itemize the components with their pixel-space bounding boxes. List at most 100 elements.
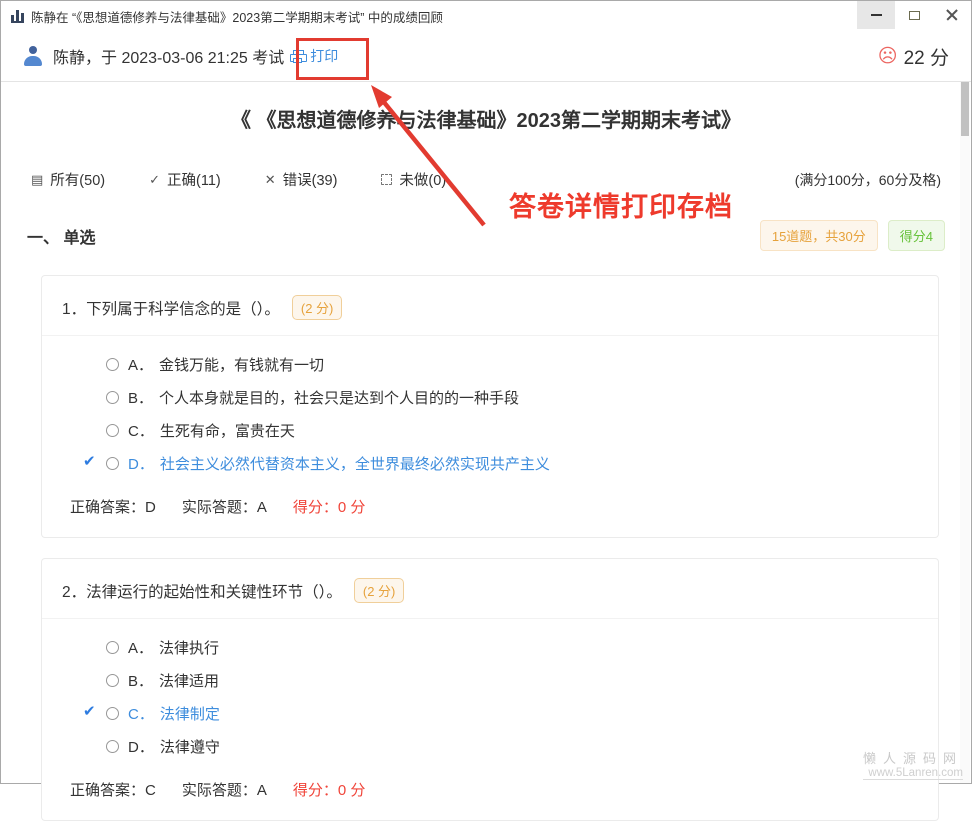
section-badges: 15道题，共30分 得分4: [759, 220, 945, 251]
close-icon: [946, 9, 958, 21]
option-text: 法律遵守: [159, 739, 220, 756]
option-letter: D．: [128, 739, 154, 756]
watermark: 懒人源码网 www.5Lanren.com: [862, 748, 963, 780]
question-1-options: A． 金钱万能，有钱就有一切 B． 个人本身就是目的，社会只是达到个人目的的一种…: [42, 336, 938, 488]
score-value: 22 分: [903, 47, 949, 69]
radio-icon[interactable]: [106, 674, 119, 687]
question-1-title: 1．下列属于科学信念的是（）。: [62, 300, 280, 318]
filter-undone[interactable]: 未做(0): [381, 169, 446, 190]
correct-answer: 正确答案：C: [70, 782, 156, 799]
option-text: 社会主义必然代替资本主义，全世界最终必然实现共产主义: [159, 456, 550, 473]
question-score: 得分：0 分: [292, 782, 366, 799]
watermark-url: www.5Lanren.com: [862, 767, 963, 780]
filter-correct-label: 正确(11): [167, 173, 221, 189]
maximize-icon: [908, 10, 920, 20]
option-letter: D．: [128, 456, 154, 473]
filter-correct[interactable]: ✓ 正确(11): [149, 169, 221, 190]
print-label: 打印: [310, 48, 339, 64]
cross-icon: ✕: [264, 172, 276, 187]
window-controls: [857, 1, 971, 31]
minimize-button[interactable]: [857, 1, 895, 29]
score-rule: (满分100分，60分及格): [794, 171, 941, 188]
print-button[interactable]: 打印: [290, 46, 338, 66]
question-card-2: 2．法律运行的起始性和关键性环节（）。 (2 分) A． 法律执行 B． 法律适…: [41, 558, 939, 821]
option-letter: C．: [128, 706, 154, 723]
radio-icon[interactable]: [106, 641, 119, 654]
question-2-header: 2．法律运行的起始性和关键性环节（）。 (2 分): [42, 559, 938, 619]
exam-review-content: 《 《思想道德修养与法律基础》2023第二学期期末考试》 ▤ 所有(50) ✓ …: [1, 104, 971, 821]
header-divider: [1, 81, 971, 82]
question-2-answer-row: 正确答案：C 实际答题：A 得分：0 分: [42, 771, 938, 820]
question-2-options: A． 法律执行 B． 法律适用 ✔ C． 法律制定 D． 法律遵守: [42, 619, 938, 771]
close-button[interactable]: [933, 1, 971, 29]
user-avatar-icon: [23, 46, 43, 66]
actual-answer: 实际答题：A: [181, 782, 267, 799]
option-c-correct[interactable]: ✔ C． 法律制定: [83, 703, 914, 724]
bar-chart-icon: [11, 9, 24, 23]
filter-wrong[interactable]: ✕ 错误(39): [265, 169, 338, 190]
option-c[interactable]: C． 生死有命，富贵在天: [106, 420, 914, 441]
correct-check-icon: ✔: [83, 453, 96, 470]
filter-all[interactable]: ▤ 所有(50): [31, 169, 105, 190]
section-count-badge: 15道题，共30分: [759, 220, 878, 251]
scrollbar-thumb[interactable]: [961, 82, 969, 136]
correct-answer: 正确答案：D: [70, 499, 156, 516]
question-card-1: 1．下列属于科学信念的是（）。 (2 分) A． 金钱万能，有钱就有一切 B． …: [41, 275, 939, 538]
scrollbar-track[interactable]: [960, 82, 970, 783]
option-letter: B．: [128, 673, 154, 690]
annotation-note: 答卷详情打印存档: [509, 192, 733, 222]
option-b[interactable]: B． 法律适用: [106, 670, 914, 691]
maximize-button[interactable]: [895, 1, 933, 29]
option-letter: C．: [128, 423, 154, 440]
option-text: 生死有命，富贵在天: [159, 423, 295, 440]
radio-icon[interactable]: [106, 707, 119, 720]
grid-icon: ▤: [31, 172, 44, 187]
review-header: 陈静，于 2023-03-06 21:25 考试 打印 ☹ 22 分: [1, 31, 971, 81]
correct-check-icon: ✔: [83, 703, 96, 720]
option-text: 个人本身就是目的，社会只是达到个人目的的一种手段: [159, 390, 520, 407]
option-d-correct[interactable]: ✔ D． 社会主义必然代替资本主义，全世界最终必然实现共产主义: [83, 453, 914, 474]
question-1-answer-row: 正确答案：D 实际答题：A 得分：0 分: [42, 488, 938, 537]
window-title: 陈静在 “《思想道德修养与法律基础》2023第二学期期末考试” 中的成绩回顾: [31, 10, 443, 25]
option-letter: A．: [128, 640, 154, 657]
option-d[interactable]: D． 法律遵守: [106, 736, 914, 757]
question-2-title: 2．法律运行的起始性和关键性环节（）。: [62, 583, 342, 601]
grade-review-window: { "titlebar": { "title": "陈静在 “《思想道德修养与法…: [0, 0, 972, 821]
radio-icon[interactable]: [106, 457, 119, 470]
section-score-badge: 得分4: [887, 220, 945, 251]
question-score: 得分：0 分: [292, 499, 366, 516]
filter-row: ▤ 所有(50) ✓ 正确(11) ✕ 错误(39) 未做(0) (满分100分…: [1, 169, 971, 190]
check-icon: ✓: [149, 172, 160, 187]
exam-title: 《 《思想道德修养与法律基础》2023第二学期期末考试》: [230, 110, 742, 132]
actual-answer: 实际答题：A: [181, 499, 267, 516]
user-exam-info: 陈静，于 2023-03-06 21:25 考试: [53, 50, 285, 67]
radio-icon[interactable]: [106, 424, 119, 437]
option-text: 法律制定: [159, 706, 220, 723]
minimize-icon: [870, 14, 882, 16]
question-1-header: 1．下列属于科学信念的是（）。 (2 分): [42, 276, 938, 336]
dashed-square-icon: [381, 174, 393, 185]
option-text: 金钱万能，有钱就有一切: [159, 357, 325, 374]
option-a[interactable]: A． 金钱万能，有钱就有一切: [106, 354, 914, 375]
radio-icon[interactable]: [106, 358, 119, 371]
option-letter: B．: [128, 390, 154, 407]
filter-all-label: 所有(50): [50, 173, 106, 189]
filter-undone-label: 未做(0): [399, 173, 447, 189]
radio-icon[interactable]: [106, 391, 119, 404]
total-score: ☹ 22 分: [878, 43, 949, 70]
section-row: 一、 单选 15道题，共30分 得分4: [1, 220, 971, 251]
option-letter: A．: [128, 357, 154, 374]
sad-face-icon: ☹: [877, 45, 898, 67]
titlebar: 陈静在 “《思想道德修养与法律基础》2023第二学期期末考试” 中的成绩回顾: [1, 1, 971, 31]
question-1-points-badge: (2 分): [291, 295, 343, 320]
watermark-name: 懒人源码网: [862, 751, 963, 766]
radio-icon[interactable]: [106, 740, 119, 753]
section-title: 一、 单选: [27, 229, 96, 247]
printer-icon: [290, 49, 308, 63]
option-text: 法律执行: [159, 640, 220, 657]
option-a[interactable]: A． 法律执行: [106, 637, 914, 658]
option-b[interactable]: B． 个人本身就是目的，社会只是达到个人目的的一种手段: [106, 387, 914, 408]
filter-wrong-label: 错误(39): [282, 173, 338, 189]
option-text: 法律适用: [159, 673, 220, 690]
question-2-points-badge: (2 分): [353, 578, 405, 603]
